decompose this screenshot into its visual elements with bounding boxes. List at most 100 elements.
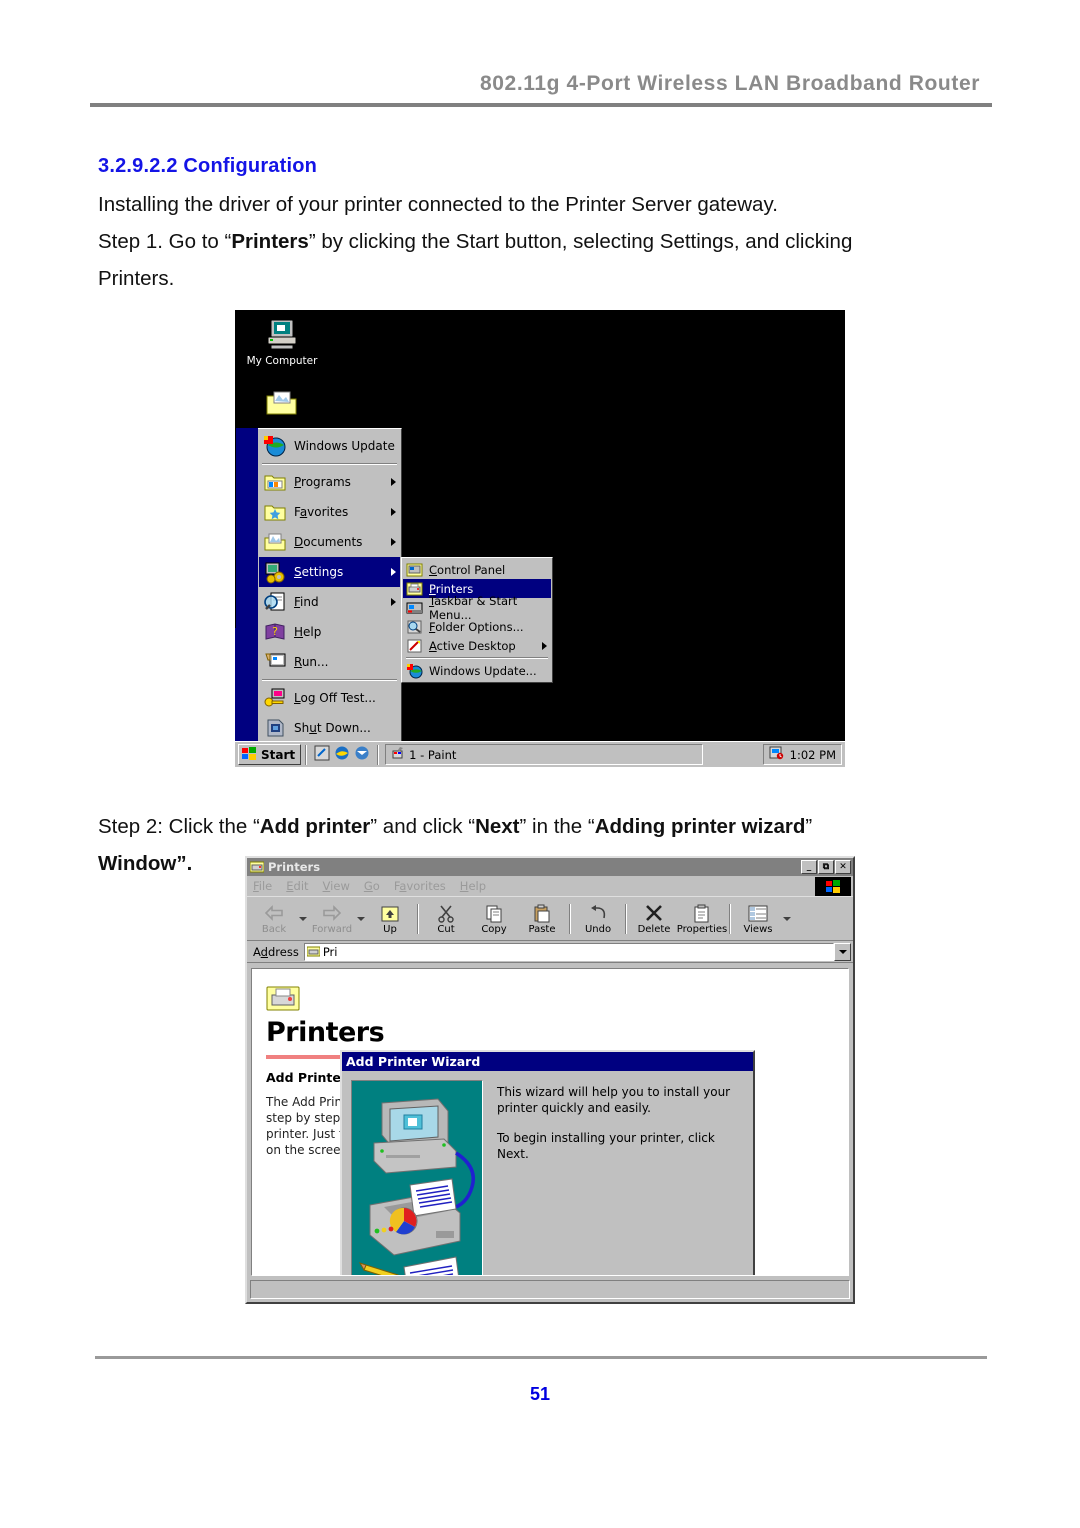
start-menu-item-settings[interactable]: Settings xyxy=(259,557,400,587)
start-menu-item-windows-update[interactable]: Windows Update xyxy=(259,431,400,461)
add-printer-wizard-dialog[interactable]: Add Printer Wizard This wizard will help… xyxy=(340,1050,755,1275)
internet-explorer-icon[interactable] xyxy=(334,745,350,764)
printers-folder-content: Printers Add Printer The Add Printer wiz… xyxy=(251,968,849,1276)
address-dropdown-button[interactable] xyxy=(834,942,851,961)
submenu-item-windows-update[interactable]: Windows Update... xyxy=(403,661,551,680)
chevron-down-icon xyxy=(838,949,847,954)
running-header: 802.11g 4-Port Wireless LAN Broadband Ro… xyxy=(0,72,1080,96)
printers-window-title: Printers xyxy=(268,860,321,874)
toolbar-forward-button[interactable]: Forward xyxy=(308,899,356,939)
toolbar-cut-button[interactable]: Cut xyxy=(422,899,470,939)
printers-folder-icon xyxy=(306,945,321,958)
chevron-right-icon xyxy=(391,508,396,516)
toolbar-button-label: Views xyxy=(743,924,773,935)
submenu-item-folder-options[interactable]: Folder Options... xyxy=(403,617,551,636)
address-bar[interactable]: Address Pri xyxy=(247,941,853,963)
scissors-icon xyxy=(437,902,455,924)
page-number: 51 xyxy=(529,1384,551,1404)
start-menu-item-log-off[interactable]: Log Off Test... xyxy=(259,683,400,713)
start-menu-item-shut-down[interactable]: Shut Down... xyxy=(259,713,400,743)
windows-update-icon xyxy=(406,663,423,679)
settings-submenu[interactable]: Control Panel Printers Taskbar & Start M… xyxy=(401,557,553,683)
folder-documents-icon xyxy=(243,388,321,424)
folder-options-icon xyxy=(406,619,423,635)
toolbar-button-label: Copy xyxy=(481,924,507,935)
start-menu-item-run[interactable]: Run... xyxy=(259,647,400,677)
windows-flag-icon xyxy=(241,746,258,764)
start-menu-item-programs[interactable]: Programs xyxy=(259,467,400,497)
quick-launch-bar[interactable] xyxy=(311,745,373,764)
step1-paragraph: Step 1. Go to “Printers” by clicking the… xyxy=(98,223,928,297)
start-menu-item-documents[interactable]: Documents xyxy=(259,527,400,557)
toolbar-paste-button[interactable]: Paste xyxy=(518,899,566,939)
submenu-item-taskbar-start-menu[interactable]: Taskbar & Start Menu... xyxy=(403,594,551,622)
toolbar-views-button[interactable]: Views xyxy=(734,899,782,939)
menu-help[interactable]: Help xyxy=(460,879,486,893)
toolbar-button-label: Undo xyxy=(584,924,612,935)
documents-folder-icon xyxy=(263,530,287,554)
address-input[interactable]: Pri xyxy=(303,942,834,961)
forward-dropdown-arrow[interactable] xyxy=(356,899,366,939)
step2-bold-add-printer: Add printer xyxy=(259,815,371,838)
toolbar-button-label: Paste xyxy=(528,924,556,935)
printers-toolbar[interactable]: Back Forward Up Cut Copy Paste Undo Dele… xyxy=(247,897,853,941)
toolbar-copy-button[interactable]: Copy xyxy=(470,899,518,939)
properties-icon xyxy=(693,902,711,924)
start-menu[interactable]: Windows Update Programs Favorites Docume… xyxy=(236,428,402,746)
minimize-button[interactable]: _ xyxy=(801,860,817,874)
toolbar-button-label: Delete xyxy=(637,924,671,935)
submenu-item-control-panel[interactable]: Control Panel xyxy=(403,560,551,579)
chevron-right-icon xyxy=(542,641,547,650)
toolbar-divider xyxy=(625,903,627,934)
toolbar-up-button[interactable]: Up xyxy=(366,899,414,939)
start-menu-item-find[interactable]: Find xyxy=(259,587,400,617)
volume-icon[interactable] xyxy=(769,746,784,763)
taskbar-task-paint[interactable]: 1 - Paint xyxy=(385,744,704,765)
menu-view[interactable]: View xyxy=(323,879,350,893)
menu-file[interactable]: File xyxy=(253,879,272,893)
start-button[interactable]: Start xyxy=(238,744,302,765)
toolbar-button-label: Cut xyxy=(437,924,455,935)
menu-edit[interactable]: Edit xyxy=(286,879,308,893)
system-tray[interactable]: 1:02 PM xyxy=(762,744,842,765)
show-desktop-icon[interactable] xyxy=(314,745,330,764)
start-menu-separator xyxy=(262,463,397,465)
chevron-down-icon xyxy=(783,916,791,921)
step2-a: Step 2: Click the “ xyxy=(98,815,260,838)
start-menu-item-favorites[interactable]: Favorites xyxy=(259,497,400,527)
taskbar[interactable]: Start 1 - Paint 1:02 PM xyxy=(235,741,845,767)
window-controls[interactable]: _ ⧉ ✕ xyxy=(801,860,851,874)
printers-menubar[interactable]: File Edit View Go Favorites Help xyxy=(247,876,853,897)
desktop-icon-my-computer[interactable]: My Computer xyxy=(243,318,321,367)
outlook-express-icon[interactable] xyxy=(354,745,370,764)
close-button[interactable]: ✕ xyxy=(835,860,851,874)
back-dropdown-arrow[interactable] xyxy=(298,899,308,939)
menu-favorites[interactable]: Favorites xyxy=(394,879,446,893)
wizard-paragraph-1: This wizard will help you to install you… xyxy=(497,1085,731,1115)
printers-folder-icon xyxy=(249,860,265,874)
clipboard-paste-icon xyxy=(533,902,551,924)
windows-update-icon xyxy=(263,434,287,458)
step2-e: ” xyxy=(805,815,813,838)
folder-up-icon xyxy=(380,902,400,924)
printers-status-bar xyxy=(250,1280,850,1299)
toolbar-delete-button[interactable]: Delete xyxy=(630,899,678,939)
start-menu-item-label: Programs xyxy=(294,475,351,489)
step2-bold-next: Next xyxy=(475,815,520,838)
shut-down-icon xyxy=(263,716,287,740)
start-menu-item-label: Help xyxy=(294,625,322,639)
views-icon xyxy=(748,902,768,924)
restore-button[interactable]: ⧉ xyxy=(818,860,834,874)
document-page: 802.11g 4-Port Wireless LAN Broadband Ro… xyxy=(0,0,1080,1528)
views-dropdown-arrow[interactable] xyxy=(782,899,792,939)
toolbar-back-button[interactable]: Back xyxy=(250,899,298,939)
start-menu-item-help[interactable]: ? Help xyxy=(259,617,400,647)
desktop-icon-documents-folder[interactable] xyxy=(243,388,321,424)
chevron-down-icon xyxy=(357,916,365,921)
toolbar-properties-button[interactable]: Properties xyxy=(677,899,727,939)
menu-go[interactable]: Go xyxy=(364,879,380,893)
printers-window-titlebar[interactable]: Printers _ ⧉ ✕ xyxy=(247,858,853,876)
submenu-item-active-desktop[interactable]: Active Desktop xyxy=(403,636,551,655)
taskbar-clock[interactable]: 1:02 PM xyxy=(790,748,836,762)
toolbar-undo-button[interactable]: Undo xyxy=(574,899,622,939)
